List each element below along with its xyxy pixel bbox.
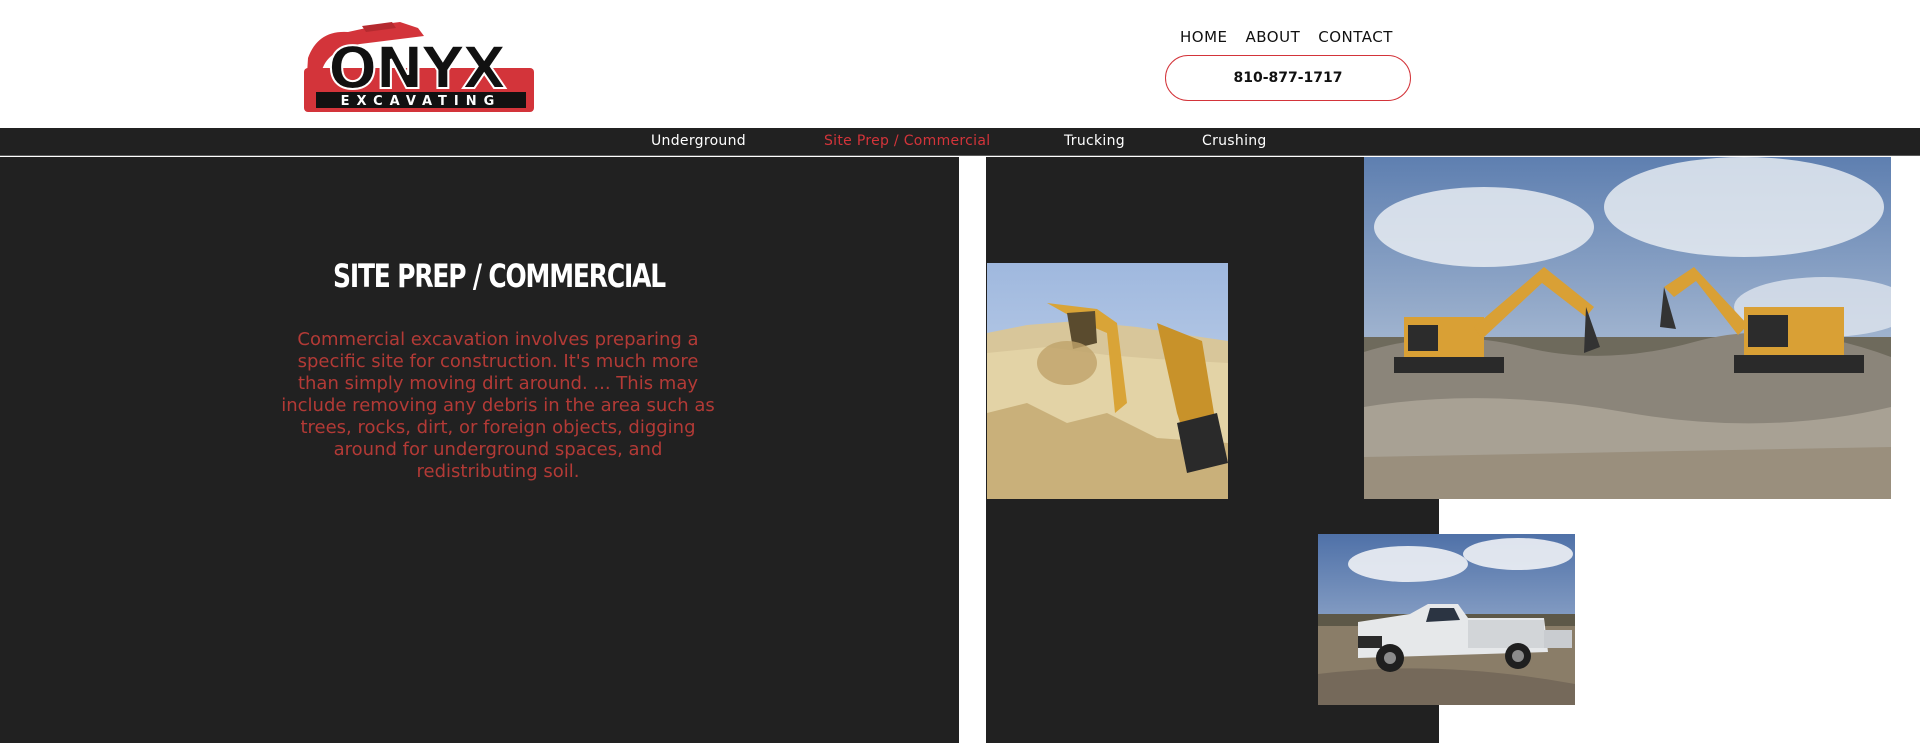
subnav-crushing[interactable]: Crushing (1202, 133, 1267, 149)
logo-wordmark: ONYX (328, 34, 506, 102)
nav-about-link[interactable]: ABOUT (1246, 28, 1301, 46)
services-navigation: Underground Site Prep / Commercial Truck… (0, 128, 1920, 156)
subnav-underground[interactable]: Underground (651, 133, 746, 149)
logo-subtitle: EXCAVATING (341, 94, 502, 109)
page-description: Commercial excavation involves preparing… (281, 329, 715, 482)
site-header: ONYX EXCAVATING HOME ABOUT CONTACT 810-8… (0, 0, 1920, 128)
service-truck-photo[interactable] (1318, 534, 1575, 705)
nav-home-link[interactable]: HOME (1180, 28, 1228, 46)
page-title: SITE PREP / COMMERCIAL (333, 257, 666, 295)
phone-button[interactable]: 810-877-1717 (1165, 55, 1411, 101)
subnav-site-prep-commercial[interactable]: Site Prep / Commercial (824, 133, 990, 149)
top-navigation: HOME ABOUT CONTACT (1180, 28, 1393, 46)
subnav-trucking[interactable]: Trucking (1064, 133, 1125, 149)
excavator-digging-photo[interactable] (987, 263, 1228, 499)
content-panel: SITE PREP / COMMERCIAL Commercial excava… (0, 157, 959, 743)
onyx-excavating-logo[interactable]: ONYX EXCAVATING (300, 18, 536, 114)
nav-contact-link[interactable]: CONTACT (1318, 28, 1393, 46)
two-excavators-photo[interactable] (1364, 157, 1891, 499)
